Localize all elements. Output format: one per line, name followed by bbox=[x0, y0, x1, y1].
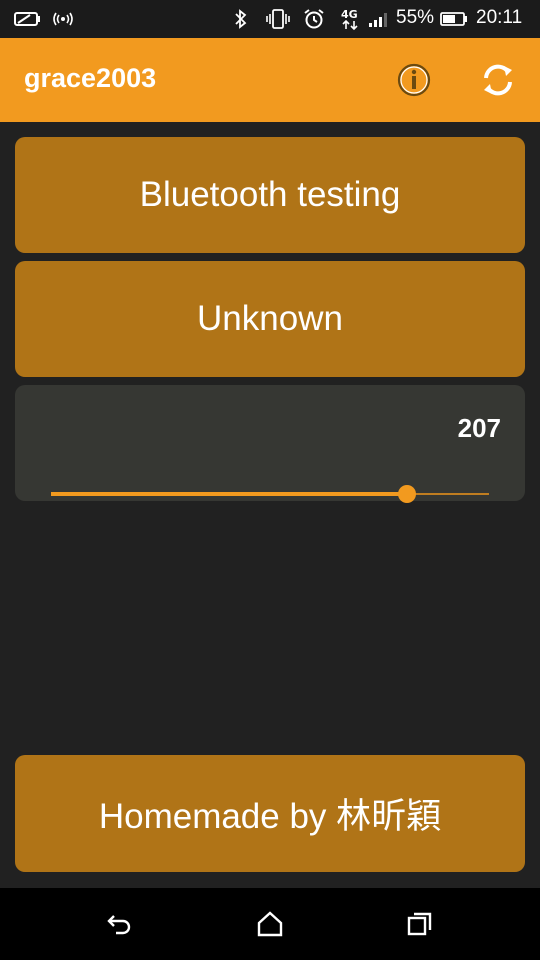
slider-thumb[interactable] bbox=[397, 485, 416, 503]
slider-track[interactable] bbox=[51, 485, 489, 503]
bluetooth-testing-label: Bluetooth testing bbox=[139, 175, 401, 214]
recents-icon[interactable] bbox=[404, 908, 436, 940]
status-button[interactable]: Unknown bbox=[15, 261, 525, 377]
app-bar: grace2003 bbox=[0, 38, 540, 122]
vibrate-icon bbox=[266, 8, 290, 30]
homemade-by-label: Homemade by 林昕穎 bbox=[98, 797, 442, 836]
refresh-icon[interactable] bbox=[478, 60, 518, 100]
slider-fill bbox=[51, 492, 407, 496]
home-icon[interactable] bbox=[254, 908, 286, 940]
battery-saver-icon bbox=[14, 8, 42, 30]
status-bar: 4G 55% 20:11 bbox=[0, 0, 540, 38]
signal-icon bbox=[368, 8, 390, 30]
slider-value: 207 bbox=[457, 413, 501, 443]
back-icon[interactable] bbox=[104, 908, 136, 940]
app-title: grace2003 bbox=[24, 63, 157, 93]
4g-icon: 4G bbox=[340, 8, 360, 31]
battery-icon bbox=[440, 8, 468, 30]
slider-card: 207 bbox=[15, 385, 525, 503]
bluetooth-icon bbox=[234, 8, 248, 30]
svg-text:4G: 4G bbox=[341, 8, 358, 21]
nfc-icon bbox=[52, 8, 74, 30]
info-icon[interactable] bbox=[394, 60, 434, 100]
navigation-bar bbox=[0, 888, 540, 960]
alarm-icon bbox=[303, 8, 325, 30]
homemade-by-button[interactable]: Homemade by 林昕穎 bbox=[15, 755, 525, 872]
battery-percentage: 55% bbox=[396, 7, 435, 28]
bluetooth-testing-button[interactable]: Bluetooth testing bbox=[15, 137, 525, 253]
status-label: Unknown bbox=[197, 299, 343, 338]
clock: 20:11 bbox=[476, 7, 523, 28]
